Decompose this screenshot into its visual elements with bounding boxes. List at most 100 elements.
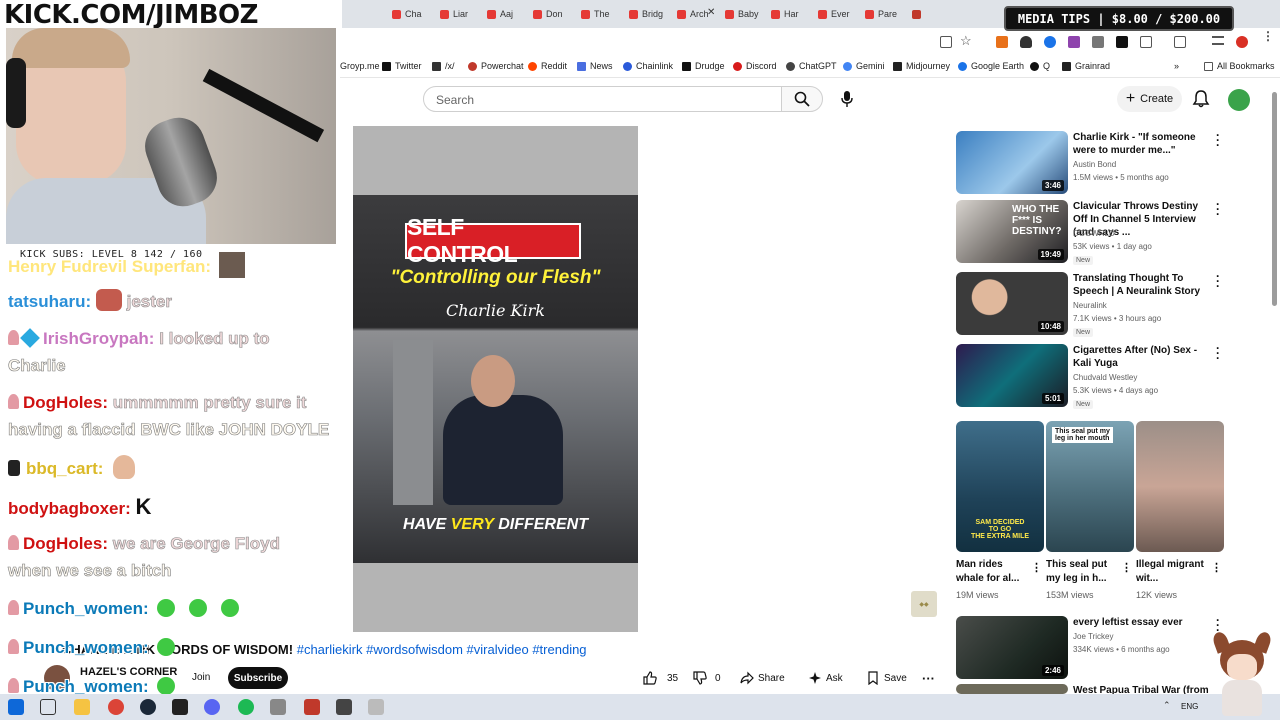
like-button[interactable]: 35 [643,667,678,689]
recommendation-title[interactable]: West Papua Tribal War (from [1073,684,1211,694]
discord-icon[interactable] [204,699,220,715]
more-vert-icon[interactable]: · · · [1212,342,1224,364]
bookmark[interactable]: Chainlink [623,61,673,71]
short-title[interactable]: Man rides whale for al... [956,558,1028,586]
more-vert-icon[interactable]: ⋮ [1121,561,1132,574]
recommendation-channel[interactable]: Chudvald Westley [1073,373,1137,382]
bookmark[interactable]: Discord [733,61,777,71]
tab[interactable]: Cha [392,6,433,22]
dislike-button[interactable]: 0 [693,667,721,689]
menu-icon[interactable] [1212,36,1224,45]
steam-icon[interactable] [140,699,156,715]
tab[interactable]: Don [533,6,563,22]
more-vert-icon[interactable]: · · · [1212,614,1224,636]
app-icon[interactable] [368,699,384,715]
spotify-icon[interactable] [238,699,254,715]
hashtag-link[interactable]: #viralvideo [467,642,529,657]
bookmark[interactable]: Reddit [528,61,567,71]
tab[interactable] [912,6,925,22]
hashtag-link[interactable]: #trending [532,642,586,657]
video-frame[interactable]: SELF CONTROL "Controlling our Flesh" Cha… [353,195,638,563]
recommendation-item[interactable]: 5:01 Cigarettes After (No) Sex - Kali Yu… [956,342,1246,414]
all-bookmarks[interactable]: All Bookmarks [1204,61,1275,71]
search-button[interactable] [781,86,823,112]
extension-icon[interactable] [1068,36,1080,48]
avatar[interactable] [1228,89,1250,111]
short-item[interactable]: Illegal migrant wit... 12K views ⋮ [1136,421,1224,600]
bookmark[interactable]: Google Earth [958,61,1024,71]
recommendation-channel[interactable]: Austin Bond [1073,160,1116,169]
short-item[interactable]: SAM DECIDED TO GO THE EXTRA MILE Man ride… [956,421,1044,600]
bookmark[interactable]: Groyp.me [340,61,380,71]
bookmark[interactable]: News [577,61,613,71]
recommendation-title[interactable]: Charlie Kirk - "If someone were to murde… [1073,131,1211,157]
tab[interactable]: Liar [440,6,468,22]
voice-search-button[interactable] [833,85,861,113]
recommendation-item[interactable]: 10:48 Translating Thought To Speech | A … [956,270,1246,342]
more-actions-button[interactable]: ··· [922,667,935,689]
tab[interactable]: Pare [865,6,897,22]
tab[interactable]: Aaj [487,6,513,22]
more-vert-icon[interactable]: · · · [1212,129,1224,151]
share-button[interactable]: Share [740,667,785,689]
tab[interactable]: Baby [725,6,759,22]
short-item[interactable]: This seal put my leg in her mouth This se… [1046,421,1134,600]
more-vert-icon[interactable]: · · · [1212,270,1224,292]
file-explorer-icon[interactable] [74,699,90,715]
language-indicator[interactable]: ENG [1181,702,1198,711]
bookmark[interactable]: Grainrad [1062,61,1110,71]
save-button[interactable]: Save [866,667,907,689]
profile-icon[interactable] [1236,36,1248,48]
short-title[interactable]: This seal put my leg in h... [1046,558,1118,586]
chevron-right-icon[interactable]: » [1174,61,1179,71]
bookmark[interactable]: Midjourney [893,61,950,71]
task-view-icon[interactable] [40,699,56,715]
bookmark[interactable]: /x/ [432,61,455,71]
tab[interactable]: Bridg [629,6,663,22]
tab[interactable]: Ever [818,6,850,22]
extension-icon[interactable] [1092,36,1104,48]
video-thumbnail[interactable] [956,684,1068,694]
metamask-icon[interactable] [996,36,1008,48]
short-thumbnail[interactable]: SAM DECIDED TO GO THE EXTRA MILE [956,421,1044,552]
video-thumbnail[interactable]: 2:46 [956,616,1068,679]
tab[interactable]: The [581,6,610,22]
puzzle-icon[interactable] [1140,36,1152,48]
video-thumbnail[interactable]: 3:46 [956,131,1068,194]
recommendation-title[interactable]: Translating Thought To Speech | A Neural… [1073,272,1211,298]
bookmark[interactable]: Drudge [682,61,725,71]
x-icon[interactable] [1116,36,1128,48]
install-icon[interactable] [940,36,952,48]
search-input[interactable]: Search [423,86,782,112]
video-thumbnail[interactable]: WHO THE F*** IS DESTINY? 19:49 [956,200,1068,263]
more-vert-icon[interactable]: ⋮ [1211,561,1222,574]
bookmark[interactable]: Q [1030,61,1050,71]
recommendation-item[interactable]: WHO THE F*** IS DESTINY? 19:49 Clavicular T… [956,198,1246,270]
recommendation-channel[interactable]: Neuralink [1073,301,1107,310]
terminal-icon[interactable] [172,699,188,715]
tab[interactable]: Arch [677,6,709,22]
bookmark[interactable]: ChatGPT [786,61,837,71]
hashtag-link[interactable]: #wordsofwisdom [366,642,463,657]
recommendation-title[interactable]: Cigarettes After (No) Sex - Kali Yuga [1073,344,1211,370]
app-icon[interactable] [304,699,320,715]
recommendation-item[interactable]: West Papua Tribal War (from [956,684,1246,694]
extension-icon[interactable] [1044,36,1056,48]
recommendation-channel[interactable]: Joe Trickey [1073,632,1113,641]
recommendation-item[interactable]: 3:46 Charlie Kirk - "If someone were to … [956,129,1246,201]
windows-start-icon[interactable] [8,699,24,715]
app-icon[interactable] [270,699,286,715]
create-button[interactable]: + Create [1117,86,1182,112]
scrollbar-thumb[interactable] [1272,92,1277,306]
video-thumbnail[interactable]: 5:01 [956,344,1068,407]
chevron-up-icon[interactable]: ⌃ [1163,700,1171,711]
star-icon[interactable]: ☆ [960,33,972,49]
short-thumbnail[interactable]: This seal put my leg in her mouth [1046,421,1134,552]
shield-icon[interactable] [1020,36,1032,48]
recommendation-channel[interactable]: DGGWRLD [1073,229,1115,238]
app-icon[interactable] [336,699,352,715]
bookmark[interactable]: Twitter [382,61,422,71]
ask-button[interactable]: Ask [808,667,843,689]
more-vert-icon[interactable]: · · · [1212,198,1224,220]
tab[interactable]: Har [771,6,799,22]
